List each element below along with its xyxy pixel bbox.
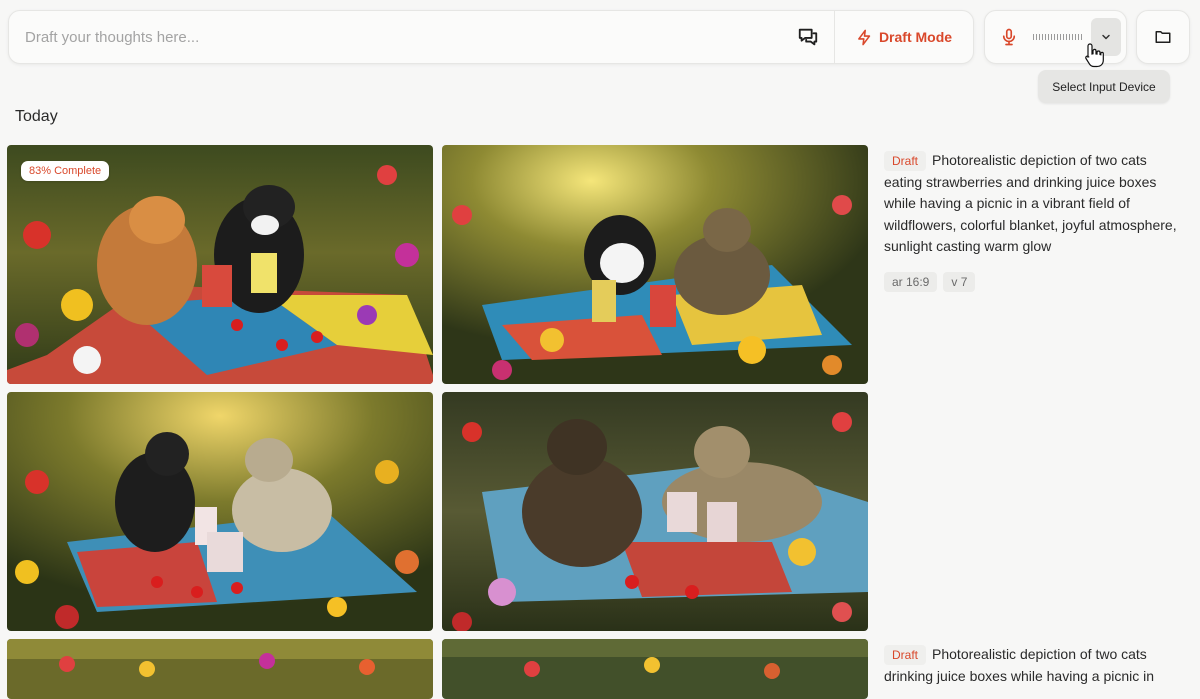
chat-button[interactable]	[781, 11, 835, 63]
job-prompt-text: Photorealistic depiction of two cats eat…	[884, 152, 1177, 254]
microphone-button[interactable]	[985, 11, 1033, 63]
generated-image-2[interactable]	[442, 145, 868, 384]
prompt-input[interactable]	[9, 11, 781, 63]
job-info-2: Draft Photorealistic depiction of two cat…	[884, 644, 1184, 687]
folder-icon	[1155, 31, 1171, 43]
chat-bubbles-icon	[798, 28, 817, 46]
draft-mode-label: Draft Mode	[878, 29, 953, 45]
folder-button[interactable]	[1136, 10, 1190, 64]
select-input-device-tooltip: Select Input Device	[1038, 70, 1170, 103]
job-params: ar 16:9 v 7	[884, 271, 1184, 292]
hand-pointer-icon	[1085, 43, 1104, 68]
generated-image-1[interactable]: 83% Complete	[7, 145, 433, 384]
draft-mode-button[interactable]: Draft Mode	[835, 11, 973, 63]
voice-input-group	[984, 10, 1127, 64]
audio-level-meter	[1033, 32, 1085, 42]
generated-image-5[interactable]	[7, 639, 433, 699]
microphone-icon	[1002, 28, 1016, 46]
section-heading-today: Today	[15, 108, 58, 125]
param-aspect-ratio[interactable]: ar 16:9	[884, 271, 938, 292]
generated-image-3[interactable]	[7, 392, 433, 631]
progress-badge: 83% Complete	[21, 161, 110, 181]
job-prompt[interactable]: Draft Photorealistic depiction of two cat…	[884, 644, 1184, 687]
generated-image-6[interactable]	[442, 639, 868, 699]
draft-tag: Draft	[884, 645, 927, 665]
job-prompt[interactable]: Draft Photorealistic depiction of two cat…	[884, 150, 1184, 258]
prompt-bar: Draft Mode	[8, 10, 974, 64]
draft-tag: Draft	[884, 151, 927, 171]
lightning-icon	[857, 29, 871, 45]
param-version[interactable]: v 7	[943, 271, 976, 292]
job-info-1: Draft Photorealistic depiction of two cat…	[884, 150, 1184, 292]
generated-image-4[interactable]	[442, 392, 868, 631]
